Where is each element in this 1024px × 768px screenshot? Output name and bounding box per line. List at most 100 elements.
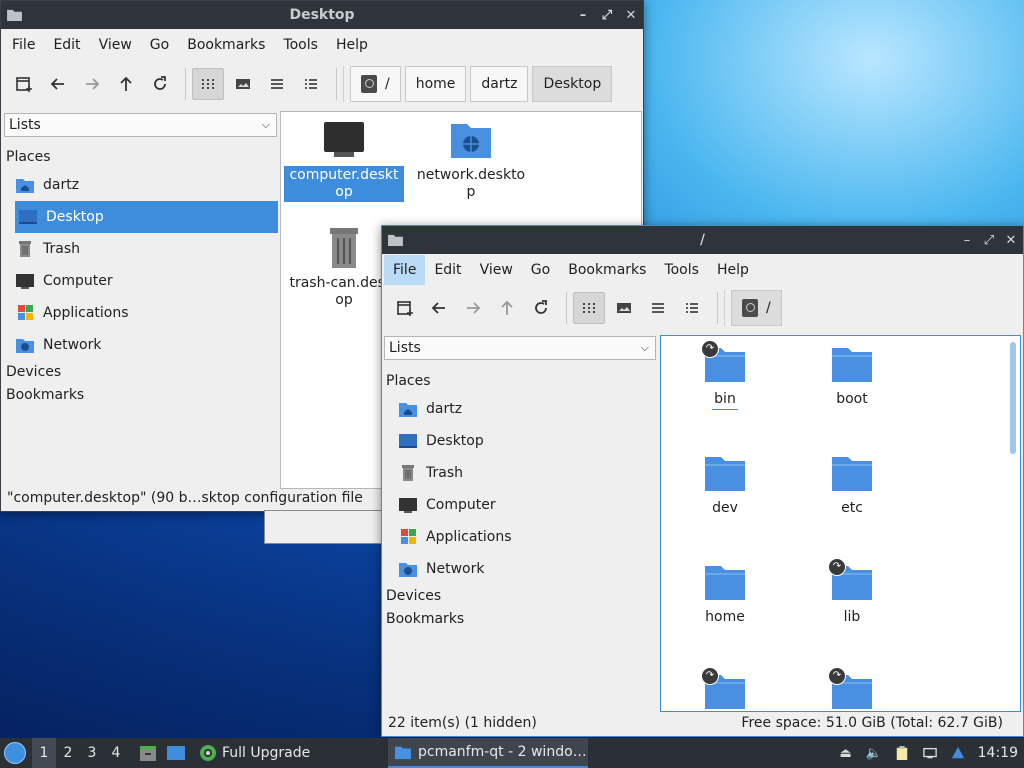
window-titlebar[interactable]: Desktop – ⤢ ✕	[1, 1, 643, 29]
upgrade-launcher[interactable]	[196, 741, 220, 765]
thumbnail-view-button[interactable]	[609, 293, 639, 323]
file-label: bin	[712, 390, 738, 410]
file-label: lib	[843, 609, 861, 625]
clipboard-icon[interactable]	[894, 745, 910, 761]
forward-button[interactable]	[77, 69, 107, 99]
list-icon	[652, 303, 664, 313]
sidebar-item-dartz[interactable]: dartz	[384, 393, 658, 425]
minimize-icon[interactable]: –	[577, 8, 589, 23]
bookmarks-heading[interactable]: Bookmarks	[384, 608, 658, 631]
sidebar-item-computer[interactable]: Computer	[384, 489, 658, 521]
workspace-2[interactable]: 2	[56, 738, 80, 768]
menubar: File Edit View Go Bookmarks Tools Help	[382, 254, 1023, 286]
thumbnail-view-button[interactable]	[228, 69, 258, 99]
forward-button[interactable]	[458, 293, 488, 323]
close-icon[interactable]: ✕	[625, 8, 637, 23]
sidebar-item-network[interactable]: Network	[1, 329, 278, 361]
path-crumb-root[interactable]: /	[731, 290, 782, 326]
menu-tools[interactable]: Tools	[274, 30, 327, 60]
menu-help[interactable]: Help	[327, 30, 377, 60]
devices-heading[interactable]: Devices	[4, 361, 278, 384]
folder-item-bin[interactable]: ↷ bin	[665, 340, 785, 410]
menu-view[interactable]: View	[90, 30, 141, 60]
up-button[interactable]	[111, 69, 141, 99]
reload-button[interactable]	[526, 293, 556, 323]
sidebar-item-network[interactable]: Network	[384, 553, 658, 585]
folder-item-symlink[interactable]: ↷	[665, 667, 785, 711]
back-button[interactable]	[424, 293, 454, 323]
folder-item-symlink[interactable]: ↷	[792, 667, 912, 711]
menu-view[interactable]: View	[471, 255, 522, 285]
back-button[interactable]	[43, 69, 73, 99]
list-icon	[271, 79, 283, 89]
menu-bookmarks[interactable]: Bookmarks	[559, 255, 655, 285]
menu-file[interactable]: File	[384, 255, 426, 285]
workspace-3[interactable]: 3	[80, 738, 104, 768]
taskbar-task-pcmanfm[interactable]: pcmanfm-qt - 2 windo…	[388, 738, 588, 768]
devices-heading[interactable]: Devices	[384, 585, 658, 608]
menu-tools[interactable]: Tools	[655, 255, 708, 285]
path-crumb-root[interactable]: /	[350, 66, 401, 102]
folder-item-dev[interactable]: dev	[665, 453, 785, 518]
bookmarks-heading[interactable]: Bookmarks	[4, 384, 278, 407]
minimize-icon[interactable]: –	[961, 233, 973, 248]
folder-item-home[interactable]: home	[665, 562, 785, 627]
workspace-1[interactable]: 1	[32, 738, 56, 768]
menu-file[interactable]: File	[3, 30, 44, 60]
sidebar-item-dartz[interactable]: dartz	[1, 169, 278, 201]
new-tab-icon	[16, 77, 32, 92]
sidebar-item-applications[interactable]: Applications	[384, 521, 658, 553]
window-titlebar[interactable]: / – ⤢ ✕	[382, 226, 1023, 254]
workspace-4[interactable]: 4	[104, 738, 128, 768]
side-pane-mode-select[interactable]: Lists ⌵	[384, 336, 656, 360]
folder-item-etc[interactable]: etc	[792, 453, 912, 518]
sidebar-item-computer[interactable]: Computer	[1, 265, 278, 297]
menu-edit[interactable]: Edit	[425, 255, 470, 285]
maximize-icon[interactable]: ⤢	[601, 8, 613, 23]
menu-go[interactable]: Go	[522, 255, 559, 285]
file-item-network[interactable]: network.desktop	[411, 120, 531, 202]
network-status-icon[interactable]	[922, 745, 938, 761]
start-menu-button[interactable]	[0, 738, 30, 768]
folder-item-boot[interactable]: boot	[792, 344, 912, 409]
clock[interactable]: 14:19	[978, 745, 1018, 761]
menu-help[interactable]: Help	[708, 255, 758, 285]
up-button[interactable]	[492, 293, 522, 323]
file-manager-launcher[interactable]	[136, 741, 160, 765]
places-heading[interactable]: Places	[4, 146, 278, 169]
menu-bookmarks[interactable]: Bookmarks	[178, 30, 274, 60]
path-crumb-home[interactable]: home	[404, 66, 467, 102]
upgrade-label[interactable]: Full Upgrade	[222, 745, 310, 761]
folder-item-lib[interactable]: ↷ lib	[792, 558, 912, 627]
update-notifier-icon[interactable]	[950, 745, 966, 761]
close-icon[interactable]: ✕	[1005, 233, 1017, 248]
volume-icon[interactable]: 🔈	[866, 745, 882, 761]
menu-go[interactable]: Go	[141, 30, 178, 60]
new-tab-button[interactable]	[9, 69, 39, 99]
sidebar-item-applications[interactable]: Applications	[1, 297, 278, 329]
icon-view-button[interactable]	[192, 68, 224, 100]
path-crumb-dartz[interactable]: dartz	[470, 66, 529, 102]
file-view[interactable]: ↷ bin boot dev etc home ↷ lib ↷ ↷	[660, 335, 1021, 712]
places-heading[interactable]: Places	[384, 370, 658, 393]
menu-edit[interactable]: Edit	[44, 30, 89, 60]
detailed-view-button[interactable]	[677, 293, 707, 323]
new-tab-button[interactable]	[390, 293, 420, 323]
file-item-computer[interactable]: computer.desktop	[284, 120, 404, 202]
icon-view-button[interactable]	[573, 292, 605, 324]
sidebar-item-desktop[interactable]: Desktop	[15, 201, 278, 233]
detailed-view-button[interactable]	[296, 69, 326, 99]
sidebar-item-desktop[interactable]: Desktop	[384, 425, 658, 457]
side-pane-mode-select[interactable]: Lists ⌵	[4, 113, 277, 137]
eject-icon[interactable]: ⏏	[838, 745, 854, 761]
compact-view-button[interactable]	[643, 293, 673, 323]
maximize-icon[interactable]: ⤢	[983, 233, 995, 248]
sidebar-item-trash[interactable]: Trash	[1, 233, 278, 265]
compact-view-button[interactable]	[262, 69, 292, 99]
folder-icon	[7, 9, 22, 21]
reload-button[interactable]	[145, 69, 175, 99]
show-desktop-launcher[interactable]	[164, 741, 188, 765]
sidebar-item-trash[interactable]: Trash	[384, 457, 658, 489]
vertical-scrollbar[interactable]	[1010, 342, 1016, 454]
path-crumb-desktop[interactable]: Desktop	[532, 66, 613, 102]
